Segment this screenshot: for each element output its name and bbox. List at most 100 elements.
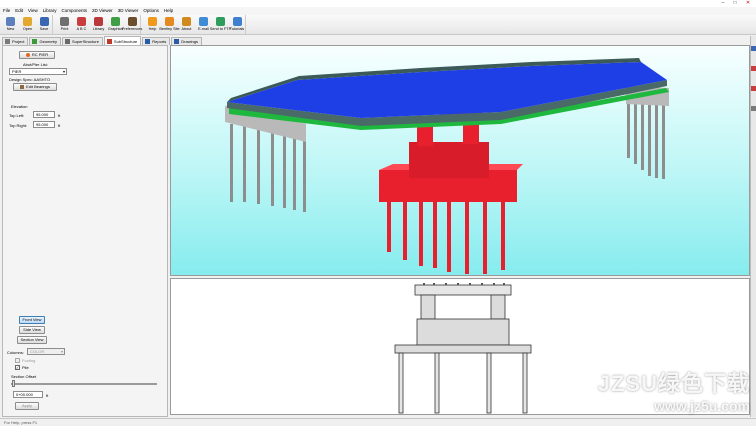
front-view-button[interactable]: Front View [19, 316, 45, 324]
main-toolbar: New Open Save Print A B C Library Graphics Pref… [0, 15, 756, 35]
section-view-button[interactable]: Section View [17, 336, 47, 344]
pile-label: Pile [22, 365, 29, 370]
abc-icon [77, 17, 86, 26]
bearings-icon [20, 84, 25, 89]
section-offset-slider-track[interactable] [11, 383, 157, 385]
side-tool-icon[interactable] [751, 86, 756, 91]
geometry-icon [32, 39, 38, 44]
side-tool-icon[interactable] [751, 46, 756, 51]
menu-components[interactable]: Components [61, 7, 87, 15]
menu-library[interactable]: Library [43, 7, 57, 15]
top-right-unit: ft [58, 123, 61, 128]
bentley-site-icon [165, 17, 174, 26]
columns-label: Columns: [7, 350, 24, 355]
side-view-button[interactable]: Side View [19, 326, 45, 334]
new-toolbar-button[interactable]: New [2, 15, 19, 34]
menu-file[interactable]: File [3, 7, 10, 15]
section-offset-input[interactable]: 0+00.000 [13, 391, 43, 398]
status-text: For Help, press F1 [4, 420, 38, 425]
watermark-main-text: JZSU绿色下载 [597, 371, 750, 396]
menu-edit[interactable]: Edit [15, 7, 23, 15]
section-offset-slider-thumb[interactable] [12, 380, 15, 387]
top-left-input[interactable]: 95.000 [33, 111, 55, 118]
right-abutment-piles [627, 96, 665, 179]
menu-options[interactable]: Options [143, 7, 159, 15]
send-to-ftp-icon [216, 17, 225, 26]
side-tool-icon[interactable] [751, 66, 756, 71]
apply-button[interactable]: Apply [15, 402, 39, 410]
app-window: – □ ✕ File Edit View Library Components 2D Vi… [0, 0, 756, 426]
open-toolbar-button[interactable]: Open [19, 15, 36, 34]
library-icon [94, 17, 103, 26]
rc-pier-button[interactable]: RC PIER [19, 51, 55, 59]
help-icon [148, 17, 157, 26]
top-left-unit: ft [58, 113, 61, 118]
tab-project[interactable]: Project [2, 37, 29, 45]
columns-select[interactable]: COLOR ▾ [27, 348, 65, 355]
toolbar-button-label: Print [60, 27, 69, 31]
tab-drawings[interactable]: Drawings [171, 37, 202, 45]
print-icon [60, 17, 69, 26]
menu-help[interactable]: Help [164, 7, 173, 15]
menu-2d-viewer[interactable]: 2D Viewer [92, 7, 113, 15]
new-icon [6, 17, 15, 26]
tab-label: Project [12, 39, 25, 44]
library-toolbar-button[interactable]: Library [90, 15, 107, 34]
menu-bar: File Edit View Library Components 2D Viewer 3D… [0, 7, 756, 15]
footing-label: Footing [22, 358, 36, 363]
toolbar-button-label: Open [22, 27, 33, 31]
about-toolbar-button[interactable]: About [178, 15, 195, 34]
tab-superstructure[interactable]: SuperStructure [62, 37, 103, 45]
tab-label: SubStructure [113, 38, 138, 44]
toolbar-button-label: Library [92, 27, 105, 31]
project-icon [5, 39, 10, 44]
preferences-toolbar-button[interactable]: Preferences [122, 15, 142, 34]
tutorials-icon [232, 17, 242, 26]
title-bar: – □ ✕ [0, 0, 756, 7]
superstructure-icon [65, 39, 71, 44]
close-button[interactable]: ✕ [743, 0, 753, 6]
toolbar-button-label: Tutorials [229, 27, 245, 31]
a-b-c-toolbar-button[interactable]: A B C [73, 15, 90, 34]
abut-pier-select[interactable]: PIER ▾ [9, 68, 67, 75]
elevation-heading: Elevation [11, 104, 28, 109]
top-right-label: Top Right: [9, 123, 28, 128]
design-spec-text: Design Spec: AASHTO [9, 77, 51, 82]
minimize-button[interactable]: – [718, 0, 728, 6]
toolbar-button-label: E-mail [198, 27, 209, 31]
tab-reports[interactable]: Reports [142, 37, 171, 45]
email-icon [199, 17, 208, 26]
footing-checkbox[interactable] [15, 358, 20, 363]
3d-bridge-view[interactable] [170, 45, 750, 276]
watermark-url-text: www.jz5u.com [654, 398, 750, 414]
tutorials-toolbar-button[interactable]: Tutorials [229, 15, 246, 34]
maximize-button[interactable]: □ [730, 0, 740, 6]
side-tool-icon[interactable] [751, 106, 756, 111]
send-to-ftp-toolbar-button[interactable]: Send to FTP [210, 15, 231, 34]
menu-view[interactable]: View [28, 7, 38, 15]
menu-3d-viewer[interactable]: 3D Viewer [118, 7, 139, 15]
rc-pier-label: RC PIER [31, 52, 49, 57]
check-icon: ✓ [16, 365, 20, 370]
abut-pier-selected-value: PIER [12, 69, 22, 74]
graphics-icon [111, 17, 120, 26]
tab-geometry[interactable]: Geometry [29, 37, 62, 45]
top-right-input[interactable]: 95.000 [33, 121, 55, 128]
bentley-site-toolbar-button[interactable]: Bentley Site [159, 15, 180, 34]
chevron-down-icon: ▾ [60, 349, 63, 354]
right-side-strip [750, 36, 756, 417]
columns-selected-value: COLOR [30, 349, 45, 354]
tab-substructure[interactable]: SubStructure [103, 36, 142, 45]
drawings-icon [174, 39, 180, 44]
pile-checkbox[interactable]: ✓ [15, 365, 20, 370]
pier-piles [387, 196, 505, 274]
toolbar-button-label: About [181, 27, 192, 31]
status-bar: For Help, press F1 [0, 418, 756, 426]
edit-bearings-button[interactable]: Edit Bearings [13, 83, 57, 91]
toolbar-button-label: A B C [76, 27, 87, 31]
save-toolbar-button[interactable]: Save [36, 15, 53, 34]
print-toolbar-button[interactable]: Print [56, 15, 73, 34]
toolbar-button-label: Bentley Site [159, 27, 180, 31]
toolbar-button-label: New [6, 27, 15, 31]
preferences-icon [127, 17, 137, 26]
